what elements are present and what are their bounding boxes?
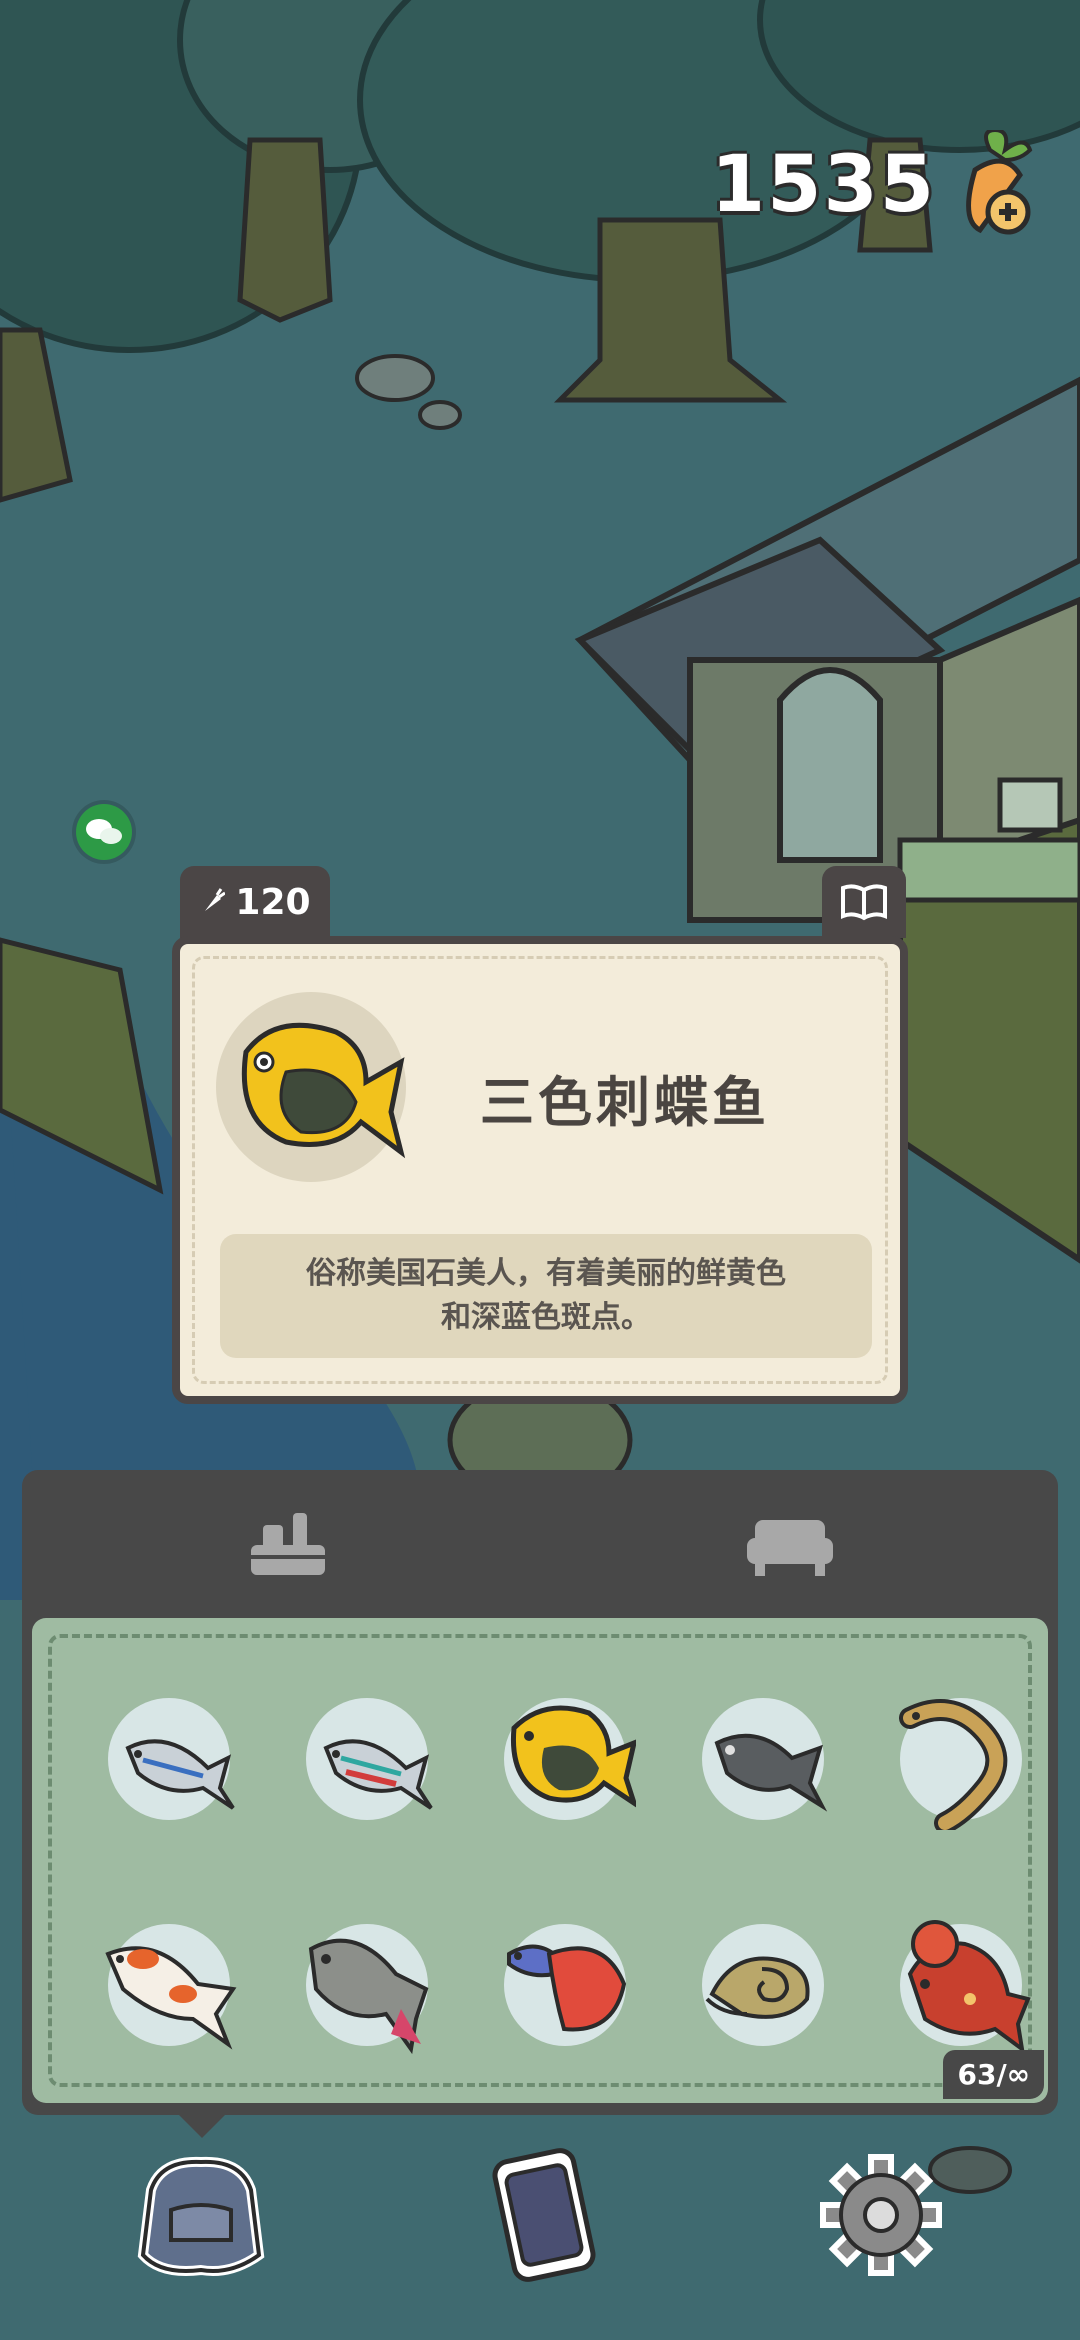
- fish-info-card: 三色刺蝶鱼 俗称美国石美人，有着美丽的鲜黄色 和深蓝色斑点。: [172, 936, 908, 1404]
- inventory-slot-10[interactable]: [900, 1920, 1031, 2054]
- fishing-gear-icon: [251, 1513, 325, 1575]
- inventory-slot-7[interactable]: [306, 1924, 429, 2055]
- fish-description-line-1: 俗称美国石美人，有着美丽的鲜黄色: [306, 1256, 786, 1291]
- flowerhorn-fish-icon: [907, 1920, 1031, 2054]
- encyclopedia-button[interactable]: [822, 866, 906, 938]
- book-icon: [841, 884, 887, 921]
- inventory-tabs: [22, 1470, 1058, 1618]
- koi-fish-icon: [105, 1946, 237, 2050]
- fish-price: 120: [235, 881, 311, 923]
- wechat-icon[interactable]: [76, 804, 132, 860]
- fish-description-line-2: 和深蓝色斑点。: [441, 1300, 651, 1335]
- inventory-slot-3[interactable]: [504, 1698, 636, 1820]
- fish-portrait: [216, 992, 406, 1182]
- cardinal-tetra-fish-icon: [323, 1739, 433, 1810]
- carrot-currency[interactable]: 1535: [710, 127, 1040, 240]
- rock-beauty-fish-icon: [510, 1705, 636, 1808]
- inventory-counter: 63/∞: [943, 2050, 1044, 2099]
- fish-price-tab: 120: [180, 866, 330, 938]
- settings-button[interactable]: [806, 2140, 956, 2290]
- phone-button[interactable]: [466, 2140, 616, 2290]
- rock-beauty-fish-icon: [241, 1022, 406, 1159]
- backpack-icon: [137, 2156, 265, 2276]
- carrot-plus-icon[interactable]: [950, 127, 1040, 240]
- black-molly-fish-icon: [714, 1733, 828, 1812]
- neon-tetra-fish-icon: [125, 1739, 235, 1810]
- snail-icon: [705, 1956, 810, 2019]
- inventory-slot-2[interactable]: [306, 1698, 433, 1820]
- settings-gear-icon: [820, 2154, 942, 2276]
- inventory-panel: 63/∞: [22, 1470, 1058, 2115]
- inventory-slot-8[interactable]: [504, 1924, 627, 2046]
- tab-furniture[interactable]: [742, 1500, 838, 1590]
- sofa-icon: [747, 1520, 833, 1576]
- phone-icon: [492, 2148, 596, 2282]
- fish-name: 三色刺蝶鱼: [480, 1071, 770, 1134]
- backpack-button[interactable]: [126, 2140, 276, 2290]
- inventory-slot-9[interactable]: [702, 1924, 824, 2046]
- inventory-grid: 63/∞: [32, 1618, 1048, 2103]
- eel-icon: [899, 1699, 1008, 1830]
- carrot-count: 1535: [710, 140, 936, 230]
- crucian-carp-icon: [308, 1938, 429, 2055]
- inventory-slot-1[interactable]: [108, 1698, 235, 1820]
- inventory-slot-6[interactable]: [105, 1924, 237, 2050]
- inventory-slot-4[interactable]: [702, 1698, 828, 1820]
- inventory-slot-5[interactable]: [899, 1698, 1022, 1830]
- betta-fish-icon: [507, 1944, 627, 2032]
- panel-pointer: [172, 2108, 232, 2138]
- carrot-icon: [205, 888, 226, 911]
- fish-description: 俗称美国石美人，有着美丽的鲜黄色 和深蓝色斑点。: [220, 1234, 872, 1358]
- tab-fishing-gear[interactable]: [240, 1500, 336, 1590]
